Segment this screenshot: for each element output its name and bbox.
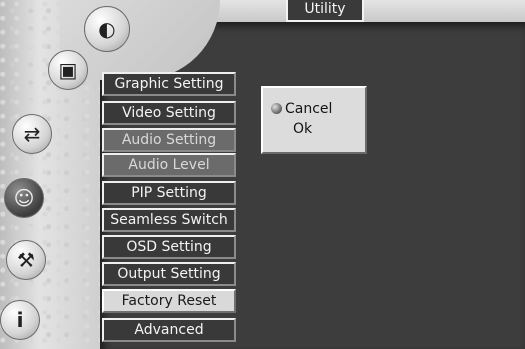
factory-reset-dialog: Cancel Ok (261, 86, 367, 154)
info-glyph: i (16, 308, 24, 332)
menu-item-pip-setting[interactable]: PIP Setting (102, 181, 236, 205)
input-glyph: ⇄ (23, 122, 41, 146)
menu-item-video-setting[interactable]: Video Setting (102, 101, 236, 125)
input-icon[interactable]: ⇄ (12, 114, 52, 154)
brightness-glyph: ◐ (98, 17, 116, 41)
menu-item-output-setting[interactable]: Output Setting (102, 262, 236, 286)
tools-glyph: ⚒ (17, 248, 35, 272)
picture-glyph: ▣ (58, 58, 78, 82)
selection-bullet-icon (271, 103, 282, 114)
face-icon[interactable]: ☺ (4, 178, 44, 218)
brightness-icon[interactable]: ◐ (84, 6, 130, 52)
cancel-option[interactable]: Cancel (285, 100, 332, 118)
menu-item-factory-reset[interactable]: Factory Reset (102, 289, 236, 313)
picture-icon[interactable]: ▣ (48, 50, 88, 90)
window-title: Utility (286, 0, 364, 22)
face-glyph: ☺ (13, 186, 35, 210)
ok-option[interactable]: Ok (293, 120, 312, 138)
menu-item-seamless-switch[interactable]: Seamless Switch (102, 208, 236, 232)
info-icon[interactable]: i (0, 300, 40, 340)
menu-item-audio-level[interactable]: Audio Level (102, 153, 236, 177)
menu-item-audio-setting[interactable]: Audio Setting (102, 128, 236, 152)
menu-item-advanced[interactable]: Advanced (102, 318, 236, 342)
menu-item-osd-setting[interactable]: OSD Setting (102, 235, 236, 259)
tools-icon[interactable]: ⚒ (6, 240, 46, 280)
menu-item-graphic-setting[interactable]: Graphic Setting (102, 72, 236, 96)
